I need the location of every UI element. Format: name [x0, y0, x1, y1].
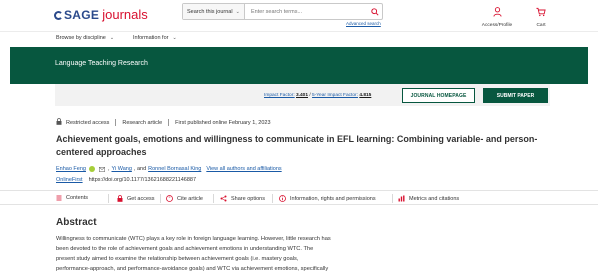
abstract-line: performance-approach, and performance-av… [56, 266, 329, 272]
list-icon [56, 195, 62, 201]
abstract-line: present study aimed to examine the relat… [56, 256, 299, 262]
chevron-down-icon: ⌄ [109, 35, 115, 41]
lock-icon [117, 195, 123, 202]
article-toolbar: Contents Get access " Cite article Share… [0, 190, 598, 205]
info-rights-label: Information, rights and permissions [290, 195, 376, 202]
author-link[interactable]: Yi Wang [112, 166, 132, 172]
search-scope-select[interactable]: Search this journal ⌄ [183, 4, 245, 19]
metrics-label: Metrics and citations [409, 195, 460, 202]
impact-factor-info: Impact Factor: 3.401 / 5-Year Impact Fac… [264, 93, 372, 98]
search-scope-label: Search this journal [187, 8, 233, 15]
divider [272, 194, 273, 203]
share-icon [220, 195, 227, 202]
get-access-label: Get access [127, 195, 155, 202]
divider [392, 194, 393, 203]
access-profile-button[interactable]: Access/Profile [477, 4, 517, 28]
journal-homepage-button[interactable]: JOURNAL HOMEPAGE [402, 88, 475, 103]
search-icon [371, 7, 379, 16]
metrics-citations-button[interactable]: Metrics and citations [398, 195, 459, 202]
browse-label: Browse by discipline [56, 35, 106, 41]
advanced-search-link[interactable]: Advanced search [346, 21, 381, 26]
search-bar: Search this journal ⌄ [182, 3, 383, 20]
submit-paper-button[interactable]: SUBMIT PAPER [483, 88, 548, 103]
publish-date: First published online February 1, 2023 [175, 119, 271, 126]
abstract-text: Willingness to communicate (WTC) plays a… [56, 234, 386, 274]
cite-article-button[interactable]: " Cite article [166, 195, 203, 202]
five-year-impact-value: 4.815 [359, 93, 372, 98]
author-link[interactable]: Ronnel Bornasal King [148, 166, 201, 172]
abstract-line: Willingness to communicate (WTC) plays a… [56, 236, 331, 242]
divider [168, 119, 170, 126]
quote-icon: " [166, 195, 173, 202]
cart-label: Cart [536, 23, 546, 28]
impact-factor-label[interactable]: Impact Factor: [264, 93, 295, 98]
doi-link[interactable]: https://doi.org/10.1177/1362168822114688… [89, 177, 196, 183]
bar-chart-icon [398, 195, 405, 202]
info-icon [279, 195, 286, 202]
doi-row: OnlineFirst https://doi.org/10.1177/1362… [56, 177, 196, 183]
divider [160, 194, 161, 203]
cart-icon [536, 7, 546, 17]
chevron-down-icon: ⌄ [172, 35, 177, 41]
sage-journals-logo[interactable]: SAGE journals [54, 7, 148, 23]
author-list: Enhao Feng , Yi Wang , and Ronnel Bornas… [56, 166, 282, 172]
discipline-nav: Browse by discipline ⌄ Information for ⌄ [0, 31, 598, 45]
contents-button[interactable]: Contents [56, 195, 88, 201]
onlinefirst-link[interactable]: OnlineFirst [56, 177, 83, 183]
journal-banner: Language Teaching Research [10, 47, 588, 84]
journal-title[interactable]: Language Teaching Research [55, 60, 148, 67]
search-button[interactable] [368, 4, 382, 19]
email-icon[interactable] [98, 166, 105, 172]
divider [115, 119, 117, 126]
user-icon [492, 7, 502, 17]
browse-by-discipline-menu[interactable]: Browse by discipline ⌄ [56, 35, 114, 41]
search-input[interactable] [245, 4, 368, 19]
information-for-menu[interactable]: Information for ⌄ [133, 35, 177, 41]
svg-text:": " [169, 196, 171, 202]
article-meta: Restricted access Research article First… [56, 118, 271, 127]
site-header: SAGE journals Search this journal ⌄ Adva… [0, 0, 598, 30]
journals-logo-text: journals [102, 7, 148, 22]
get-access-button[interactable]: Get access [117, 195, 155, 202]
cite-label: Cite article [177, 195, 203, 202]
abstract-heading: Abstract [56, 217, 97, 228]
divider [108, 194, 109, 203]
view-all-authors-link[interactable]: View all authors and affiliations [206, 166, 281, 172]
impact-factor-value: 3.401 [296, 93, 309, 98]
contents-label: Contents [66, 195, 89, 201]
info-label: Information for [133, 35, 169, 41]
article-type: Research article [122, 119, 163, 126]
cart-button[interactable]: Cart [531, 4, 551, 28]
access-status: Restricted access [66, 119, 110, 126]
share-options-button[interactable]: Share options [220, 195, 265, 202]
chevron-down-icon: ⌄ [235, 8, 240, 15]
orcid-icon[interactable] [88, 166, 95, 172]
divider [213, 194, 214, 203]
access-profile-label: Access/Profile [481, 23, 513, 28]
author-conjunction: , and [133, 166, 147, 172]
five-year-impact-label[interactable]: 5-Year Impact Factor: [312, 93, 358, 98]
abstract-line: been devoted to the role of achievement … [56, 246, 314, 252]
author-link[interactable]: Enhao Feng [56, 166, 86, 172]
lock-icon [56, 118, 62, 127]
article-title: Achievement goals, emotions and willingn… [56, 134, 538, 157]
share-label: Share options [231, 195, 265, 202]
info-rights-button[interactable]: Information, rights and permissions [279, 195, 376, 202]
sage-logo-text: SAGE [54, 8, 99, 22]
